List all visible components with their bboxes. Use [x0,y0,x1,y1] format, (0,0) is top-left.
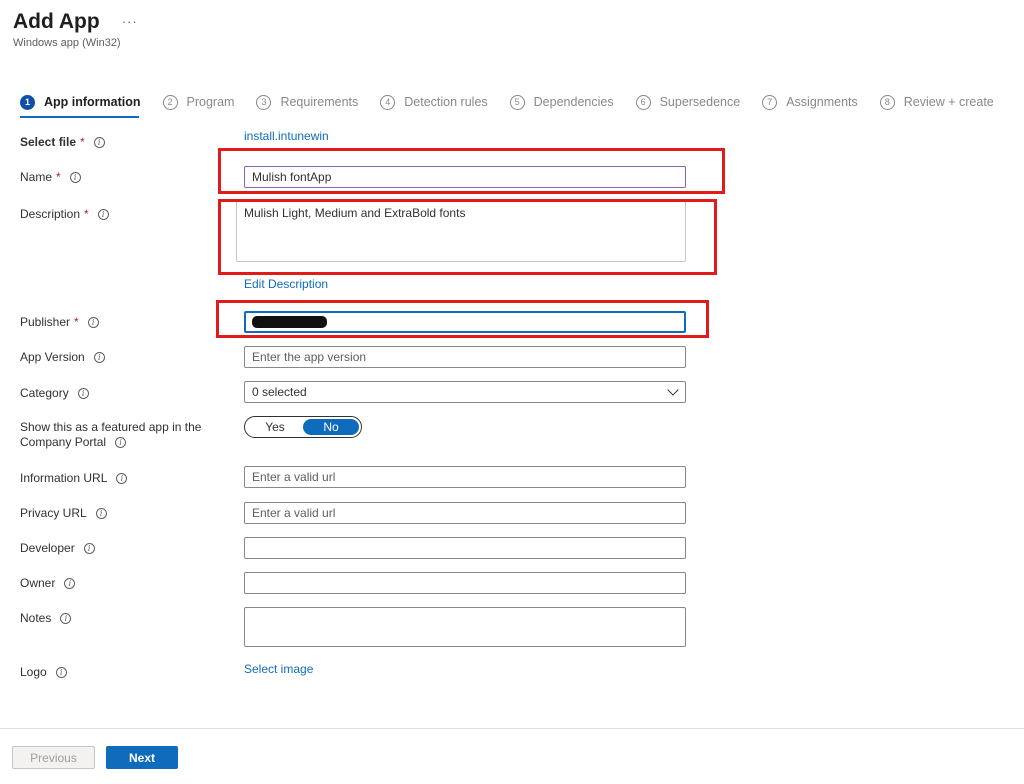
info-icon[interactable]: i [69,172,81,183]
step-number-icon: 4 [380,94,396,110]
app-version-label: App Version i [20,350,105,365]
info-icon[interactable]: i [60,613,72,624]
app-version-input[interactable]: Enter the app version [244,346,686,368]
info-icon[interactable]: i [115,437,127,448]
logo-label: Logo i [20,665,67,680]
step-number-icon: 2 [162,94,178,110]
more-options-icon[interactable]: ··· [122,12,138,32]
select-file-link[interactable]: install.intunewin [244,129,329,143]
required-marker: * [84,207,89,221]
step-label: Dependencies [533,95,614,109]
step-number-icon: 5 [509,94,525,110]
step-label: Requirements [280,95,359,109]
notes-label: Notes i [20,611,72,626]
info-icon[interactable]: i [93,352,105,363]
previous-button[interactable]: Previous [12,746,95,769]
page-header: Add App ··· Windows app (Win32) [13,8,138,49]
step-label: Program [186,95,235,109]
step-app-information[interactable]: 1 App information [20,92,141,112]
privacy-url-input[interactable]: Enter a valid url [244,502,686,524]
info-icon[interactable]: i [116,473,128,484]
name-label: Name * i [20,170,81,185]
step-supersedence[interactable]: 6 Supersedence [635,92,741,112]
publisher-label: Publisher * i [20,315,99,330]
featured-label: Show this as a featured app in the Compa… [20,420,202,449]
toggle-no[interactable]: No [303,419,359,435]
footer-divider [0,728,1024,729]
step-number-icon: 3 [256,94,272,110]
step-requirements[interactable]: 3 Requirements [256,92,358,112]
notes-textarea[interactable] [244,607,686,647]
info-icon[interactable]: i [64,578,76,589]
privacy-url-label: Privacy URL i [20,506,107,521]
info-icon[interactable]: i [55,667,67,678]
category-label: Category i [20,386,89,401]
step-review-create[interactable]: 8 Review + create [879,92,994,112]
owner-input[interactable] [244,572,686,594]
owner-label: Owner i [20,576,76,591]
step-label: Review + create [903,95,994,109]
featured-toggle[interactable]: Yes No [244,416,362,438]
step-detection-rules[interactable]: 4 Detection rules [380,92,488,112]
page-title: Add App [13,10,100,33]
info-icon[interactable]: i [95,508,107,519]
developer-label: Developer i [20,541,95,556]
required-marker: * [80,135,85,149]
page-subtitle: Windows app (Win32) [13,37,121,49]
required-marker: * [56,170,61,184]
wizard-steps: 1 App information 2 Program 3 Requiremen… [20,92,1016,112]
info-icon[interactable]: i [83,543,95,554]
select-file-label: Select file * i [20,135,105,150]
next-button[interactable]: Next [106,746,178,769]
annotation-box-description [218,199,717,275]
step-assignments[interactable]: 7 Assignments [762,92,858,112]
developer-input[interactable] [244,537,686,559]
category-value: 0 selected [252,385,307,399]
select-image-link[interactable]: Select image [244,662,313,676]
chevron-down-icon [667,384,679,396]
description-label: Description * i [20,207,109,222]
step-number-icon: 7 [762,94,778,110]
info-icon[interactable]: i [93,137,105,148]
edit-description-link[interactable]: Edit Description [244,277,328,291]
info-icon[interactable]: i [77,388,89,399]
info-icon[interactable]: i [97,209,109,220]
step-label: Assignments [786,95,858,109]
annotation-box-publisher [216,300,709,338]
step-label: App information [44,95,141,109]
annotation-box-name [218,148,725,194]
step-label: Detection rules [404,95,488,109]
info-icon[interactable]: i [87,317,99,328]
toggle-yes[interactable]: Yes [247,419,303,435]
step-number-icon: 6 [635,94,651,110]
step-program[interactable]: 2 Program [162,92,235,112]
required-marker: * [74,315,79,329]
step-label: Supersedence [659,95,741,109]
information-url-input[interactable]: Enter a valid url [244,466,686,488]
category-dropdown[interactable]: 0 selected [244,381,686,403]
step-number-icon: 1 [20,94,35,110]
step-number-icon: 8 [879,94,895,110]
step-dependencies[interactable]: 5 Dependencies [509,92,614,112]
information-url-label: Information URL i [20,471,128,486]
active-step-indicator [20,116,139,118]
